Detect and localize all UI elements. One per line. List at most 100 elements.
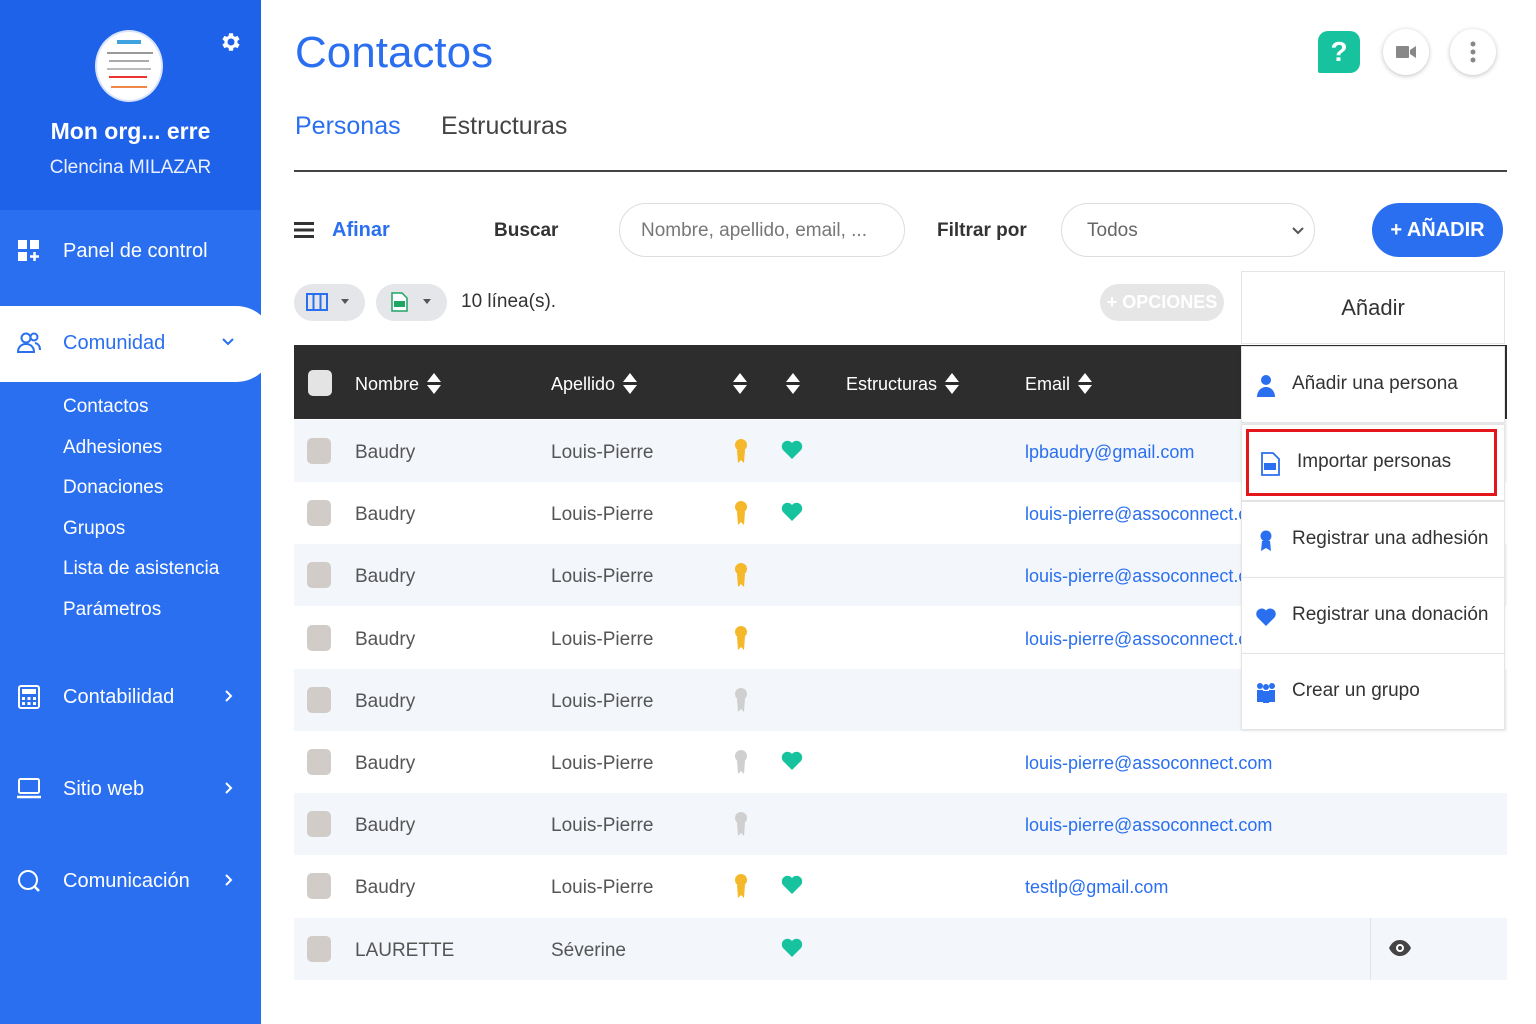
membership-medal-icon xyxy=(735,501,747,526)
nav-panel-de-control[interactable]: Panel de control xyxy=(0,224,261,280)
dashboard-icon xyxy=(18,240,39,261)
cell-nombre: Baudry xyxy=(355,504,416,526)
column-header-label: Estructuras xyxy=(846,373,938,394)
chevron-right-icon xyxy=(225,690,233,702)
columns-button[interactable] xyxy=(294,284,365,321)
chevron-down-icon xyxy=(1292,227,1304,235)
table-row[interactable]: Baudry Louis-Pierre testlp@gmail.com xyxy=(294,855,1507,918)
tab-estructuras[interactable]: Estructuras xyxy=(441,112,567,141)
menu-item-register-membership[interactable]: Registrar una adhesión xyxy=(1241,501,1505,578)
row-checkbox[interactable] xyxy=(307,749,331,775)
column-header-email[interactable]: Email xyxy=(1025,373,1093,395)
cell-apellido: Louis-Pierre xyxy=(551,753,654,774)
video-camera-icon xyxy=(1396,46,1416,58)
sidebar-subitem-grupos[interactable]: Grupos xyxy=(63,518,125,540)
column-header-estructuras[interactable]: Estructuras xyxy=(846,373,960,395)
nav-sitio-web[interactable]: Sitio web xyxy=(0,762,261,818)
caret-down-icon xyxy=(423,299,431,304)
options-button[interactable]: + OPCIONES xyxy=(1100,284,1224,321)
menu-item-add-person[interactable]: Añadir una persona xyxy=(1241,346,1505,423)
sidebar-header: Mon org... erre Clencina MILAZAR xyxy=(0,0,261,210)
column-header-nombre[interactable]: Nombre xyxy=(355,373,442,395)
eye-icon[interactable] xyxy=(1388,939,1412,957)
cell-email[interactable]: louis-pierre@assoconnect.com xyxy=(1025,815,1272,836)
cell-apellido: Louis-Pierre xyxy=(551,442,654,463)
nav-comunicacion[interactable]: Comunicación xyxy=(0,854,261,910)
cell-email[interactable]: lpbaudry@gmail.com xyxy=(1025,442,1194,463)
organization-logo[interactable] xyxy=(95,30,163,102)
cell-apellido: Louis-Pierre xyxy=(551,690,654,712)
menu-item-create-group[interactable]: Crear un grupo xyxy=(1241,653,1505,730)
menu-item-label: Registrar una adhesión xyxy=(1292,528,1489,549)
donation-heart-icon xyxy=(781,938,803,957)
column-header-membership[interactable] xyxy=(725,373,747,395)
row-checkbox[interactable] xyxy=(307,624,331,651)
sidebar: Mon org... erre Clencina MILAZAR Panel d… xyxy=(0,0,274,1024)
hamburger-icon[interactable] xyxy=(294,222,314,238)
sidebar-subitem-lista-de-asistencia[interactable]: Lista de asistencia xyxy=(63,558,219,580)
sidebar-subitem-donaciones[interactable]: Donaciones xyxy=(63,477,163,499)
row-checkbox[interactable] xyxy=(307,562,331,589)
nav-contabilidad[interactable]: Contabilidad xyxy=(0,670,261,726)
column-header-label: Nombre xyxy=(355,373,420,394)
filter-select[interactable]: Todos xyxy=(1061,203,1315,257)
cell-nombre: Baudry xyxy=(355,877,416,899)
nav-comunidad[interactable]: Comunidad xyxy=(0,306,274,382)
cell-divider xyxy=(1370,917,1371,980)
buscar-label: Buscar xyxy=(494,220,559,241)
row-checkbox[interactable] xyxy=(307,500,331,527)
membership-medal-icon xyxy=(735,812,747,837)
export-button[interactable] xyxy=(376,284,447,321)
sidebar-subitem-contactos[interactable]: Contactos xyxy=(63,396,149,418)
cell-email[interactable]: louis-pierre@assoconnect.com xyxy=(1025,629,1272,650)
dropdown-title: Añadir xyxy=(1241,271,1505,344)
calculator-icon xyxy=(18,685,40,709)
cell-nombre: LAURETTE xyxy=(355,939,455,961)
filtrar-por-label: Filtrar por xyxy=(937,220,1027,241)
chevron-right-icon xyxy=(225,874,233,886)
cell-email[interactable]: louis-pierre@assoconnect.com xyxy=(1025,566,1272,587)
sidebar-subitem-adhesiones[interactable]: Adhesiones xyxy=(63,437,162,459)
select-all-checkbox[interactable] xyxy=(308,370,332,396)
row-checkbox[interactable] xyxy=(307,935,331,962)
donation-heart-icon xyxy=(781,751,803,770)
row-checkbox[interactable] xyxy=(307,438,331,464)
search-input[interactable]: Nombre, apellido, email, ... xyxy=(619,203,905,257)
row-checkbox[interactable] xyxy=(307,686,331,713)
tab-personas[interactable]: Personas xyxy=(295,112,401,141)
row-checkbox[interactable] xyxy=(307,811,331,838)
table-row[interactable]: Baudry Louis-Pierre louis-pierre@assoconne… xyxy=(294,793,1507,856)
nav-label: Comunidad xyxy=(63,332,166,354)
cell-email[interactable]: louis-pierre@assoconnect.com xyxy=(1025,753,1272,774)
cell-nombre: Baudry xyxy=(355,690,416,712)
column-header-apellido[interactable]: Apellido xyxy=(551,373,638,395)
video-button[interactable] xyxy=(1383,29,1429,75)
page-title: Contactos xyxy=(295,28,494,77)
table-row[interactable]: LAURETTE Séverine xyxy=(294,917,1507,980)
more-options-button[interactable] xyxy=(1450,29,1496,75)
cell-email[interactable]: testlp@gmail.com xyxy=(1025,877,1168,898)
nav-label: Contabilidad xyxy=(63,686,175,708)
menu-item-label: Añadir una persona xyxy=(1292,373,1458,394)
user-name: Clencina MILAZAR xyxy=(49,157,212,178)
add-button[interactable]: + AÑADIR xyxy=(1372,203,1503,257)
group-icon xyxy=(1257,683,1275,703)
column-header-donation[interactable] xyxy=(778,373,800,395)
cell-nombre: Baudry xyxy=(355,442,416,463)
cell-apellido: Louis-Pierre xyxy=(551,566,654,588)
cell-apellido: Séverine xyxy=(551,939,626,961)
gear-icon[interactable] xyxy=(219,30,243,54)
column-header-label: Email xyxy=(1025,373,1071,394)
filter-select-value: Todos xyxy=(1087,220,1138,241)
afinar-link[interactable]: Afinar xyxy=(332,219,390,242)
community-icon xyxy=(16,332,41,353)
cell-email[interactable]: louis-pierre@assoconnect.com xyxy=(1025,504,1272,525)
table-row[interactable]: Baudry Louis-Pierre louis-pierre@assoconne… xyxy=(294,731,1507,793)
heart-icon xyxy=(1256,608,1276,626)
menu-item-register-donation[interactable]: Registrar una donación xyxy=(1241,577,1505,654)
column-header-label: Apellido xyxy=(551,373,616,394)
row-checkbox[interactable] xyxy=(307,873,331,900)
help-button[interactable]: ? xyxy=(1318,31,1360,73)
chevron-right-icon xyxy=(225,782,233,794)
sidebar-subitem-parametros[interactable]: Parámetros xyxy=(63,599,161,621)
